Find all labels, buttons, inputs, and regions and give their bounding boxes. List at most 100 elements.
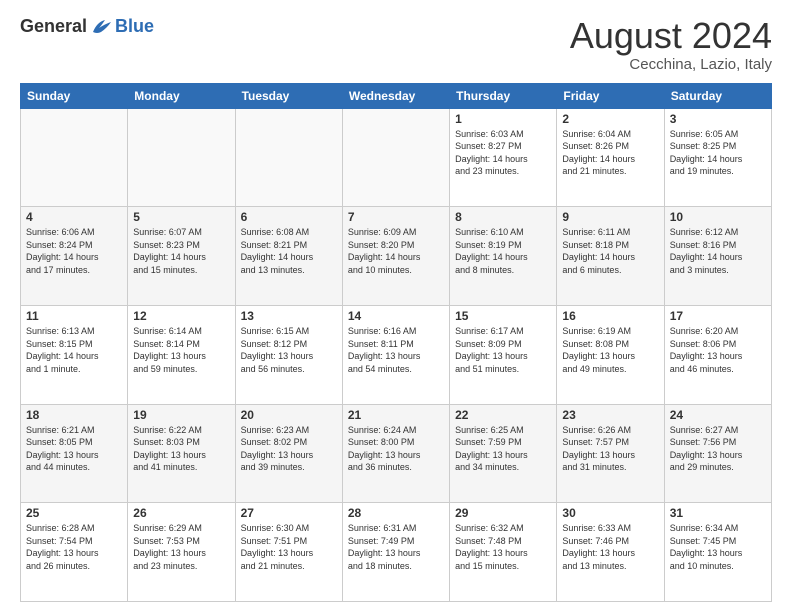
day-info: Sunrise: 6:12 AM Sunset: 8:16 PM Dayligh…	[670, 226, 766, 276]
table-row: 15Sunrise: 6:17 AM Sunset: 8:09 PM Dayli…	[450, 305, 557, 404]
table-row: 29Sunrise: 6:32 AM Sunset: 7:48 PM Dayli…	[450, 503, 557, 602]
day-info: Sunrise: 6:32 AM Sunset: 7:48 PM Dayligh…	[455, 522, 551, 572]
table-row: 5 Sunrise: 6:07 AM Sunset: 8:23 PM Daylig…	[128, 207, 235, 306]
day-number: 4	[26, 210, 122, 224]
table-row: 10 Sunrise: 6:12 AM Sunset: 8:16 PM Dayli…	[664, 207, 771, 306]
day-info: Sunrise: 6:15 AM Sunset: 8:12 PM Dayligh…	[241, 325, 337, 375]
day-number: 30	[562, 506, 658, 520]
logo-bird-icon	[91, 18, 113, 36]
day-info: Sunrise: 6:29 AM Sunset: 7:53 PM Dayligh…	[133, 522, 229, 572]
day-number: 1	[455, 112, 551, 126]
table-row: 18 Sunrise: 6:21 AM Sunset: 8:05 PM Dayli…	[21, 404, 128, 503]
col-monday: Monday	[128, 83, 235, 108]
day-number: 22	[455, 408, 551, 422]
col-friday: Friday	[557, 83, 664, 108]
header: General Blue August 2024 Cecchina, Lazio…	[20, 16, 772, 73]
day-number: 26	[133, 506, 229, 520]
day-info: Sunrise: 6:31 AM Sunset: 7:49 PM Dayligh…	[348, 522, 444, 572]
day-number: 10	[670, 210, 766, 224]
table-row: 24 Sunrise: 6:27 AM Sunset: 7:56 PM Dayli…	[664, 404, 771, 503]
table-row: 13 Sunrise: 6:15 AM Sunset: 8:12 PM Dayli…	[235, 305, 342, 404]
day-number: 17	[670, 309, 766, 323]
table-row: 19 Sunrise: 6:22 AM Sunset: 8:03 PM Dayli…	[128, 404, 235, 503]
day-info: Sunrise: 6:24 AM Sunset: 8:00 PM Dayligh…	[348, 424, 444, 474]
day-number: 6	[241, 210, 337, 224]
table-row: 11 Sunrise: 6:13 AM Sunset: 8:15 PM Dayli…	[21, 305, 128, 404]
day-number: 5	[133, 210, 229, 224]
day-info: Sunrise: 6:20 AM Sunset: 8:06 PM Dayligh…	[670, 325, 766, 375]
table-row: 6 Sunrise: 6:08 AM Sunset: 8:21 PM Daylig…	[235, 207, 342, 306]
table-row: 20 Sunrise: 6:23 AM Sunset: 8:02 PM Dayli…	[235, 404, 342, 503]
day-info: Sunrise: 6:28 AM Sunset: 7:54 PM Dayligh…	[26, 522, 122, 572]
table-row: 4 Sunrise: 6:06 AM Sunset: 8:24 PM Daylig…	[21, 207, 128, 306]
table-row: 16Sunrise: 6:19 AM Sunset: 8:08 PM Dayli…	[557, 305, 664, 404]
day-info: Sunrise: 6:26 AM Sunset: 7:57 PM Dayligh…	[562, 424, 658, 474]
calendar-week-row: 25 Sunrise: 6:28 AM Sunset: 7:54 PM Dayli…	[21, 503, 772, 602]
logo-blue-text: Blue	[115, 16, 154, 37]
calendar-week-row: 11 Sunrise: 6:13 AM Sunset: 8:15 PM Dayli…	[21, 305, 772, 404]
day-number: 11	[26, 309, 122, 323]
header-row: Sunday Monday Tuesday Wednesday Thursday…	[21, 83, 772, 108]
calendar-week-row: 1 Sunrise: 6:03 AM Sunset: 8:27 PM Daylig…	[21, 108, 772, 207]
day-number: 19	[133, 408, 229, 422]
table-row: 25 Sunrise: 6:28 AM Sunset: 7:54 PM Dayli…	[21, 503, 128, 602]
day-info: Sunrise: 6:07 AM Sunset: 8:23 PM Dayligh…	[133, 226, 229, 276]
col-tuesday: Tuesday	[235, 83, 342, 108]
table-row: 30 Sunrise: 6:33 AM Sunset: 7:46 PM Dayli…	[557, 503, 664, 602]
table-row: 31 Sunrise: 6:34 AM Sunset: 7:45 PM Dayli…	[664, 503, 771, 602]
day-info: Sunrise: 6:33 AM Sunset: 7:46 PM Dayligh…	[562, 522, 658, 572]
day-info: Sunrise: 6:30 AM Sunset: 7:51 PM Dayligh…	[241, 522, 337, 572]
day-info: Sunrise: 6:23 AM Sunset: 8:02 PM Dayligh…	[241, 424, 337, 474]
table-row: 9Sunrise: 6:11 AM Sunset: 8:18 PM Daylig…	[557, 207, 664, 306]
logo: General Blue	[20, 16, 154, 37]
day-number: 8	[455, 210, 551, 224]
table-row: 27 Sunrise: 6:30 AM Sunset: 7:51 PM Dayli…	[235, 503, 342, 602]
day-info: Sunrise: 6:34 AM Sunset: 7:45 PM Dayligh…	[670, 522, 766, 572]
day-info: Sunrise: 6:22 AM Sunset: 8:03 PM Dayligh…	[133, 424, 229, 474]
table-row: 22 Sunrise: 6:25 AM Sunset: 7:59 PM Dayli…	[450, 404, 557, 503]
day-number: 12	[133, 309, 229, 323]
day-info: Sunrise: 6:11 AM Sunset: 8:18 PM Dayligh…	[562, 226, 658, 276]
day-number: 25	[26, 506, 122, 520]
table-row: 1 Sunrise: 6:03 AM Sunset: 8:27 PM Daylig…	[450, 108, 557, 207]
col-saturday: Saturday	[664, 83, 771, 108]
day-number: 27	[241, 506, 337, 520]
col-thursday: Thursday	[450, 83, 557, 108]
day-info: Sunrise: 6:25 AM Sunset: 7:59 PM Dayligh…	[455, 424, 551, 474]
day-number: 15	[455, 309, 551, 323]
table-row	[128, 108, 235, 207]
table-row: 23Sunrise: 6:26 AM Sunset: 7:57 PM Dayli…	[557, 404, 664, 503]
day-info: Sunrise: 6:13 AM Sunset: 8:15 PM Dayligh…	[26, 325, 122, 375]
day-info: Sunrise: 6:05 AM Sunset: 8:25 PM Dayligh…	[670, 128, 766, 178]
day-info: Sunrise: 6:04 AM Sunset: 8:26 PM Dayligh…	[562, 128, 658, 178]
location-subtitle: Cecchina, Lazio, Italy	[570, 56, 772, 73]
title-area: August 2024 Cecchina, Lazio, Italy	[570, 16, 772, 73]
logo-general-text: General	[20, 16, 87, 37]
day-number: 2	[562, 112, 658, 126]
table-row: 17 Sunrise: 6:20 AM Sunset: 8:06 PM Dayli…	[664, 305, 771, 404]
table-row	[342, 108, 449, 207]
table-row: 12Sunrise: 6:14 AM Sunset: 8:14 PM Dayli…	[128, 305, 235, 404]
month-title: August 2024	[570, 16, 772, 56]
day-number: 13	[241, 309, 337, 323]
day-info: Sunrise: 6:27 AM Sunset: 7:56 PM Dayligh…	[670, 424, 766, 474]
col-wednesday: Wednesday	[342, 83, 449, 108]
day-info: Sunrise: 6:19 AM Sunset: 8:08 PM Dayligh…	[562, 325, 658, 375]
day-info: Sunrise: 6:21 AM Sunset: 8:05 PM Dayligh…	[26, 424, 122, 474]
day-number: 18	[26, 408, 122, 422]
table-row: 2 Sunrise: 6:04 AM Sunset: 8:26 PM Daylig…	[557, 108, 664, 207]
table-row: 26 Sunrise: 6:29 AM Sunset: 7:53 PM Dayli…	[128, 503, 235, 602]
day-number: 24	[670, 408, 766, 422]
day-info: Sunrise: 6:09 AM Sunset: 8:20 PM Dayligh…	[348, 226, 444, 276]
day-number: 31	[670, 506, 766, 520]
day-number: 14	[348, 309, 444, 323]
day-info: Sunrise: 6:08 AM Sunset: 8:21 PM Dayligh…	[241, 226, 337, 276]
day-number: 20	[241, 408, 337, 422]
day-info: Sunrise: 6:06 AM Sunset: 8:24 PM Dayligh…	[26, 226, 122, 276]
table-row	[235, 108, 342, 207]
day-info: Sunrise: 6:03 AM Sunset: 8:27 PM Dayligh…	[455, 128, 551, 178]
day-number: 21	[348, 408, 444, 422]
calendar-week-row: 4 Sunrise: 6:06 AM Sunset: 8:24 PM Daylig…	[21, 207, 772, 306]
table-row: 14 Sunrise: 6:16 AM Sunset: 8:11 PM Dayli…	[342, 305, 449, 404]
day-info: Sunrise: 6:16 AM Sunset: 8:11 PM Dayligh…	[348, 325, 444, 375]
